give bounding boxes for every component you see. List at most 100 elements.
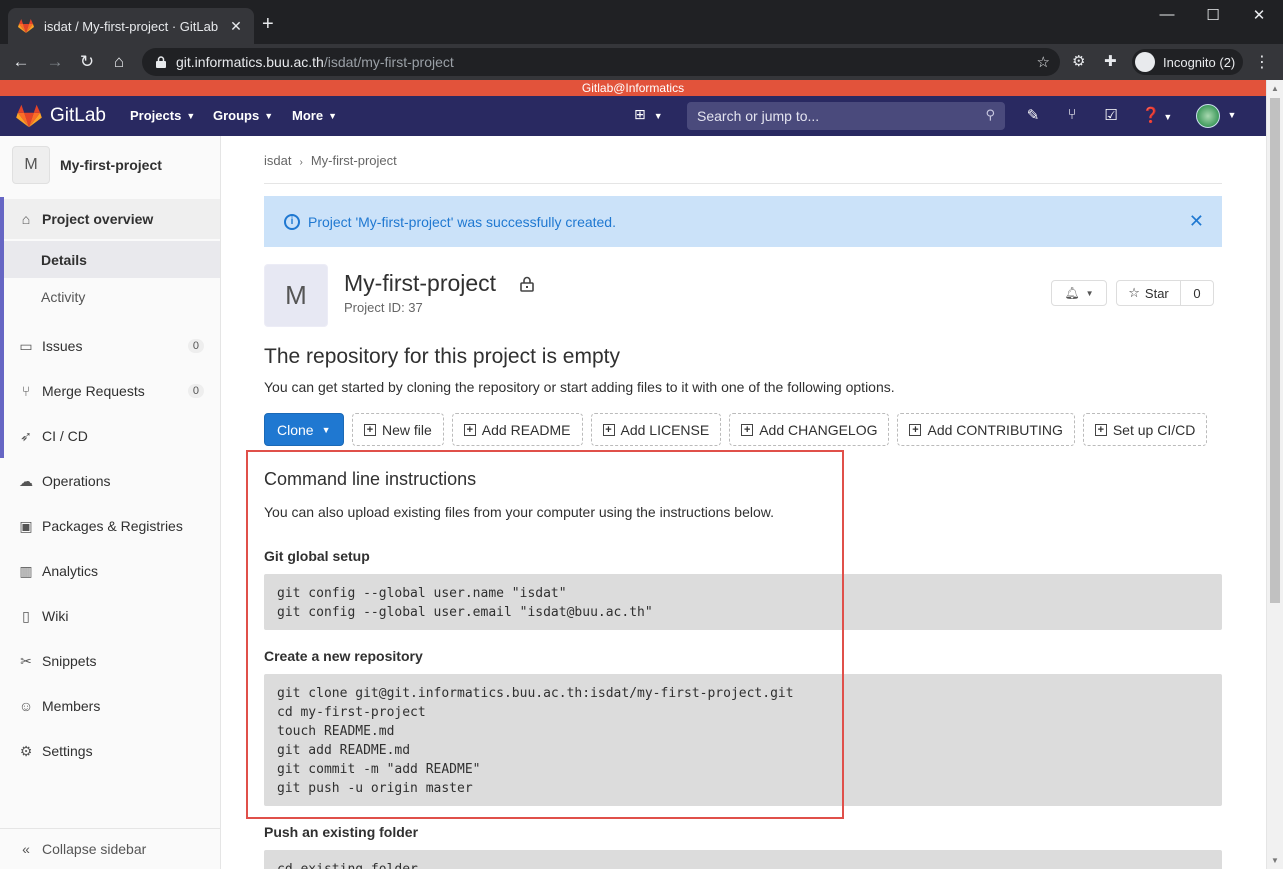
plus-icon: + [1094, 423, 1107, 436]
sidebar-item-merge-requests[interactable]: ⑂ Merge Requests 0 [0, 371, 220, 411]
chevron-down-icon: ▼ [264, 111, 274, 121]
project-sidebar: M My-first-project ⌂ Project overview De… [0, 136, 221, 869]
help-icon[interactable]: ❓ ▼ [1140, 106, 1174, 124]
cloud-icon: ☁ [19, 472, 33, 489]
sidebar-item-snippets[interactable]: ✂ Snippets [0, 641, 220, 681]
sidebar-item-issues[interactable]: ▭ Issues 0 [0, 326, 220, 366]
user-avatar[interactable] [1196, 104, 1220, 128]
sidebar-item-wiki[interactable]: ▯ Wiki [0, 596, 220, 636]
button-label: Add LICENSE [620, 421, 710, 438]
close-alert-icon[interactable]: ✕ [1189, 211, 1204, 232]
maximize-icon[interactable]: ☐ [1190, 6, 1236, 24]
sidebar-subitem-label: Activity [41, 288, 86, 305]
clone-button[interactable]: Clone ▼ [264, 413, 344, 446]
new-tab-button[interactable]: + [262, 14, 274, 34]
push-existing-folder-code[interactable]: cd existing_folder [264, 850, 1222, 869]
chevron-down-icon: ▼ [321, 424, 331, 435]
merge-requests-count-badge: 0 [187, 384, 204, 398]
sidebar-item-label: Members [42, 698, 101, 714]
sidebar-item-project-overview[interactable]: ⌂ Project overview [4, 199, 220, 239]
double-chevron-left-icon: « [22, 840, 30, 857]
menu-groups[interactable]: Groups ▼ [213, 108, 273, 123]
new-item-dropdown[interactable]: ⊞ ▼ [634, 106, 663, 123]
sidebar-item-label: Operations [42, 473, 111, 489]
browser-tab[interactable]: isdat / My-first-project · GitLab ✕ [8, 8, 254, 44]
extensions-puzzle-icon[interactable]: ✚ [1104, 52, 1117, 70]
gitlab-logo[interactable]: GitLab [16, 104, 106, 128]
success-alert: i Project 'My-first-project' was success… [264, 196, 1222, 247]
close-window-icon[interactable]: ✕ [1236, 6, 1282, 24]
minimize-icon[interactable]: — [1144, 6, 1190, 23]
scroll-down-icon[interactable]: ▼ [1271, 856, 1279, 865]
sidebar-subitem-label: Details [41, 251, 87, 268]
breadcrumb-divider [264, 183, 1222, 184]
scissors-icon: ✂ [20, 652, 32, 669]
collapse-sidebar-button[interactable]: « Collapse sidebar [0, 828, 220, 868]
settings-extension-icon[interactable]: ⚙ [1072, 52, 1085, 70]
todo-edit-icon[interactable]: ✎ [1023, 106, 1043, 124]
sidebar-item-ci-cd[interactable]: ➶ CI / CD [0, 416, 220, 456]
page-scrollbar[interactable]: ▲ ▼ [1266, 80, 1283, 869]
empty-repo-text: You can get started by cloning the repos… [264, 379, 895, 395]
browser-menu-icon[interactable]: ⋮ [1254, 52, 1270, 72]
sidebar-item-analytics[interactable]: ▥ Analytics [0, 551, 220, 591]
sidebar-item-operations[interactable]: ☁ Operations [0, 461, 220, 501]
star-toggle[interactable]: ☆ Star [1117, 281, 1181, 305]
new-file-button[interactable]: + New file [352, 413, 444, 446]
setup-ci-cd-button[interactable]: + Set up CI/CD [1082, 413, 1208, 446]
incognito-badge[interactable]: Incognito (2) [1132, 49, 1244, 75]
button-label: Add CHANGELOG [759, 421, 878, 438]
private-lock-icon [520, 276, 534, 292]
sidebar-item-label: Settings [42, 743, 93, 759]
sidebar-item-label: Issues [42, 338, 83, 354]
star-button[interactable]: ☆ Star 0 [1116, 280, 1214, 306]
breadcrumb-project-link[interactable]: My-first-project [311, 153, 397, 168]
scroll-up-icon[interactable]: ▲ [1271, 84, 1279, 93]
sidebar-project-header[interactable]: M My-first-project [12, 146, 162, 184]
scrollbar-thumb[interactable] [1270, 98, 1280, 603]
breadcrumb-separator-icon: › [299, 157, 303, 168]
add-contributing-button[interactable]: + Add CONTRIBUTING [897, 413, 1075, 446]
menu-groups-label: Groups [213, 108, 260, 123]
clone-label: Clone [277, 421, 314, 438]
star-icon: ☆ [1128, 285, 1140, 300]
gear-icon: ⚙ [19, 742, 33, 759]
issues-icon: ▭ [19, 337, 33, 354]
tab-close-icon[interactable]: ✕ [228, 18, 244, 35]
sidebar-item-packages-registries[interactable]: ▣ Packages & Registries [0, 506, 220, 546]
menu-more[interactable]: More ▼ [292, 108, 337, 123]
chevron-down-icon: ▼ [328, 111, 337, 121]
plus-icon: + [364, 423, 376, 436]
url-path: /isdat/my-first-project [323, 54, 454, 70]
notification-dropdown[interactable]: 🔔︎ ▼ [1051, 280, 1107, 306]
book-icon: ▯ [22, 607, 30, 624]
sidebar-item-settings[interactable]: ⚙ Settings [0, 731, 220, 771]
chevron-down-icon: ▼ [653, 111, 663, 121]
merge-request-icon[interactable]: ⑂ [1062, 106, 1082, 123]
search-placeholder: Search or jump to... [697, 108, 820, 124]
address-bar[interactable]: git.informatics.buu.ac.th /isdat/my-firs… [142, 48, 1060, 76]
search-input[interactable]: Search or jump to... ⚲ [687, 102, 1005, 130]
sidebar-item-members[interactable]: ☺ Members [0, 686, 220, 726]
incognito-label: Incognito (2) [1163, 54, 1236, 70]
add-changelog-button[interactable]: + Add CHANGELOG [729, 413, 890, 446]
forward-icon[interactable]: → [44, 52, 66, 72]
reload-icon[interactable]: ↻ [76, 52, 98, 72]
todos-check-icon[interactable]: ☑ [1101, 106, 1121, 124]
chevron-down-icon: ▼ [1085, 288, 1094, 298]
plus-icon: + [463, 423, 476, 436]
menu-projects[interactable]: Projects ▼ [130, 108, 195, 123]
info-icon: i [284, 213, 300, 230]
project-id: Project ID: 37 [344, 300, 423, 315]
back-icon[interactable]: ← [10, 52, 32, 72]
add-readme-button[interactable]: + Add README [451, 413, 583, 446]
chevron-down-icon[interactable]: ▼ [1222, 110, 1242, 120]
star-count[interactable]: 0 [1181, 281, 1213, 305]
breadcrumb-group-link[interactable]: isdat [264, 153, 291, 168]
add-license-button[interactable]: + Add LICENSE [590, 413, 722, 446]
sidebar-subitem-details[interactable]: Details [4, 241, 220, 278]
sidebar-subitem-activity[interactable]: Activity [4, 278, 220, 315]
home-icon[interactable]: ⌂ [108, 52, 130, 72]
bookmark-star-icon[interactable]: ☆ [1037, 53, 1050, 71]
search-icon: ⚲ [985, 107, 995, 122]
